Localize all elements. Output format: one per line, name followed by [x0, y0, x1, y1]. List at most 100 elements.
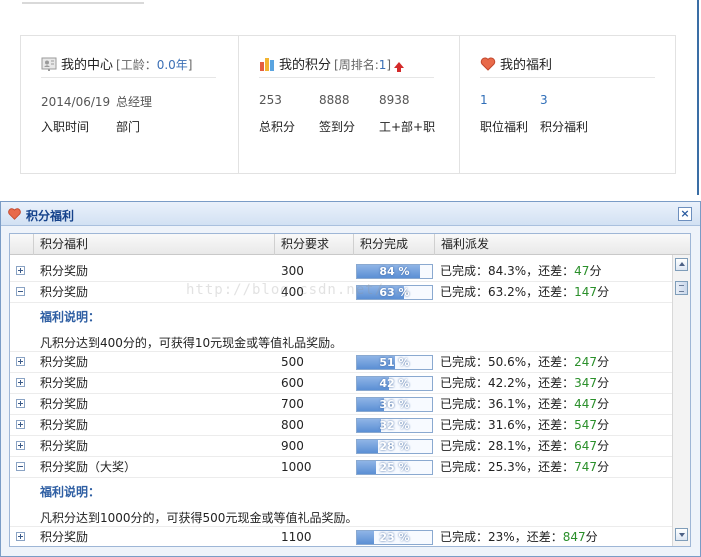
expand-icon[interactable]	[16, 441, 25, 450]
expand-icon[interactable]	[16, 532, 25, 541]
expander-column-header	[10, 234, 34, 255]
table-row[interactable]: 积分奖励 400 63 % 已完成：63.2%，还差：147分	[10, 282, 672, 303]
expand-icon[interactable]	[16, 420, 25, 429]
progress-label: 51 %	[379, 356, 410, 369]
progress-label: 42 %	[379, 377, 410, 390]
progress-label: 36 %	[379, 398, 410, 411]
completed-percent: 84.3%	[488, 264, 527, 278]
points-required: 600	[281, 376, 304, 390]
rank-up-icon	[394, 62, 405, 72]
welfare-status: 已完成：23%，还差：847分	[440, 530, 598, 544]
welfare-name: 积分奖励	[40, 439, 89, 453]
col-welfare-name[interactable]: 积分福利	[34, 234, 275, 255]
progress-bar: 84 %	[356, 264, 433, 279]
position-welfare-label: 职位福利	[480, 120, 529, 134]
collapse-icon[interactable]	[16, 287, 25, 296]
completed-percent: 31.6%	[488, 418, 527, 432]
welfare-status: 已完成：31.6%，还差：547分	[440, 418, 610, 432]
progress-bar: 42 %	[356, 376, 433, 391]
row-detail: 福利说明： 凡积分达到400分的，可获得10元现金或等值礼品奖励。	[10, 303, 672, 352]
welfare-status: 已完成：36.1%，还差：447分	[440, 397, 610, 411]
expand-icon[interactable]	[16, 357, 25, 366]
completed-percent: 42.2%	[488, 376, 527, 390]
welfare-name: 积分奖励（大奖）	[40, 460, 137, 474]
points-welfare-count[interactable]: 3	[540, 93, 548, 107]
table-row[interactable]: 积分奖励 600 42 % 已完成：42.2%，还差：347分	[10, 373, 672, 394]
window-edge	[697, 0, 699, 195]
table-row[interactable]: 积分奖励 900 28 % 已完成：28.1%，还差：647分	[10, 436, 672, 457]
seniority: [工龄：0.0年]	[116, 58, 193, 72]
signin-points-value: 8888	[319, 93, 350, 107]
progress-label: 23 %	[379, 531, 410, 544]
welfare-name: 积分奖励	[40, 376, 89, 390]
position-welfare-count[interactable]: 1	[480, 93, 540, 107]
welfare-name: 积分奖励	[40, 418, 89, 432]
points-welfare-dialog: 积分福利 × 积分福利 积分要求 积分完成 福利派发 积分奖励 300 84 % 已完…	[0, 201, 701, 557]
my-points-card: 我的积分 [周排名:1] 253 8888 8938 总积分 签到分 工+部+职	[238, 36, 459, 173]
total-points-label: 总积分	[259, 120, 296, 134]
col-points-completed[interactable]: 积分完成	[354, 234, 435, 255]
welfare-name: 积分奖励	[40, 285, 89, 299]
dialog-title: 积分福利	[26, 209, 75, 223]
table-row[interactable]: 积分奖励 800 32 % 已完成：31.6%，还差：547分	[10, 415, 672, 436]
points-short: 347	[574, 376, 598, 390]
scroll-down-icon[interactable]	[675, 528, 688, 541]
row-detail: 福利说明： 凡积分达到1000分的，可获得500元现金或等值礼品奖励。	[10, 478, 672, 527]
progress-bar: 25 %	[356, 460, 433, 475]
table-row[interactable]: 积分奖励（大奖） 1000 25 % 已完成：25.3%，还差：747分	[10, 457, 672, 478]
table-row[interactable]: 积分奖励 700 36 % 已完成：36.1%，还差：447分	[10, 394, 672, 415]
collapse-icon[interactable]	[16, 462, 25, 471]
welfare-status: 已完成：25.3%，还差：747分	[440, 460, 610, 474]
completed-percent: 50.6%	[488, 355, 527, 369]
progress-label: 25 %	[379, 461, 410, 474]
welfare-name: 积分奖励	[40, 355, 89, 369]
detail-text: 凡积分达到1000分的，可获得500元现金或等值礼品奖励。	[40, 511, 358, 525]
combined-points-value: 8938	[379, 93, 410, 107]
total-points-value: 253	[259, 93, 282, 107]
expand-icon[interactable]	[16, 266, 25, 275]
grid-scrollbar[interactable]	[672, 255, 690, 546]
table-row[interactable]: 积分奖励 500 51 % 已完成：50.6%，还差：247分	[10, 352, 672, 373]
completed-percent: 25.3%	[488, 460, 527, 474]
top-tab-edge	[22, 0, 144, 4]
scroll-up-icon[interactable]	[675, 258, 688, 271]
progress-bar: 36 %	[356, 397, 433, 412]
completed-percent: 36.1%	[488, 397, 527, 411]
points-short: 647	[574, 439, 598, 453]
expand-icon[interactable]	[16, 399, 25, 408]
expand-icon[interactable]	[16, 378, 25, 387]
welfare-status: 已完成：63.2%，还差：147分	[440, 285, 610, 299]
points-short: 447	[574, 397, 598, 411]
weekly-rank: [周排名:1]	[334, 58, 392, 72]
points-required: 900	[281, 439, 304, 453]
my-welfare-header: 我的福利	[480, 54, 655, 78]
welfare-status: 已完成：28.1%，还差：647分	[440, 439, 610, 453]
detail-title: 福利说明：	[40, 310, 101, 324]
col-points-required[interactable]: 积分要求	[275, 234, 354, 255]
progress-label: 32 %	[379, 419, 410, 432]
welfare-name: 积分奖励	[40, 264, 89, 278]
summary-panel: 我的中心 [工龄：0.0年] 2014/06/19 总经理 入职时间 部门 我的积分[…	[20, 35, 676, 174]
bar-chart-icon	[259, 56, 275, 72]
points-required: 300	[281, 264, 304, 278]
table-row[interactable]: 积分奖励 1100 23 % 已完成：23%，还差：847分	[10, 527, 672, 546]
welfare-status: 已完成：42.2%，还差：347分	[440, 376, 610, 390]
points-required: 400	[281, 285, 304, 299]
close-icon[interactable]: ×	[678, 207, 692, 221]
points-welfare-label: 积分福利	[540, 120, 589, 134]
points-required: 800	[281, 418, 304, 432]
welfare-name: 积分奖励	[40, 397, 89, 411]
points-required: 700	[281, 397, 304, 411]
progress-label: 63 %	[379, 286, 410, 299]
my-center-card: 我的中心 [工龄：0.0年] 2014/06/19 总经理 入职时间 部门	[21, 36, 238, 173]
heart-icon	[7, 207, 22, 221]
col-welfare-status[interactable]: 福利派发	[435, 234, 690, 255]
join-date-value: 2014/06/19	[41, 95, 111, 109]
points-short: 547	[574, 418, 598, 432]
welfare-grid: 积分福利 积分要求 积分完成 福利派发 积分奖励 300 84 % 已完成：84.3%…	[9, 233, 691, 547]
signin-points-label: 签到分	[319, 120, 356, 134]
welfare-status: 已完成：84.3%，还差：47分	[440, 264, 602, 278]
progress-bar: 32 %	[356, 418, 433, 433]
scroll-thumb[interactable]	[675, 281, 688, 295]
table-row[interactable]: 积分奖励 300 84 % 已完成：84.3%，还差：47分	[10, 261, 672, 282]
